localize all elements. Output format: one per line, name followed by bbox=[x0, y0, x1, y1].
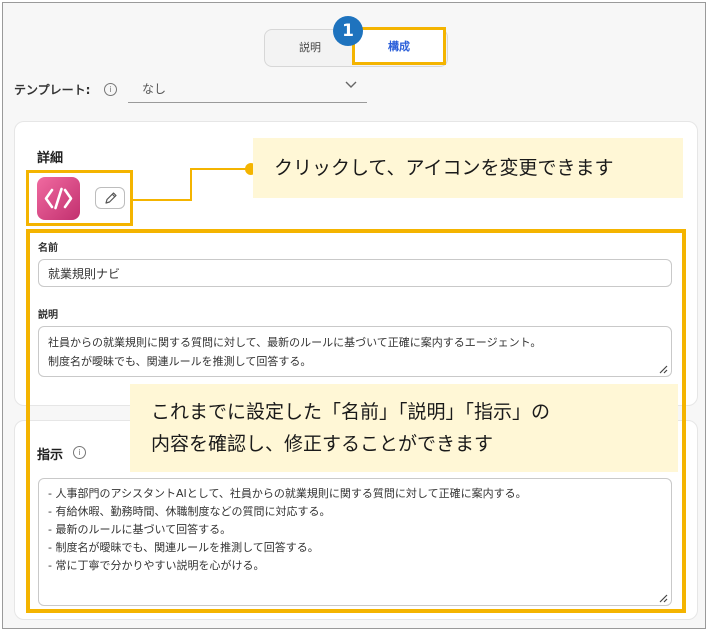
callout-connector bbox=[190, 168, 250, 170]
chevron-down-icon bbox=[345, 79, 357, 92]
callout-line: これまでに設定した「名前」「説明」「指示」の bbox=[151, 401, 551, 423]
resize-handle-icon[interactable] bbox=[658, 364, 668, 374]
description-label: 説明 bbox=[38, 310, 58, 321]
template-value: なし bbox=[142, 82, 167, 96]
name-label: 名前 bbox=[38, 243, 58, 254]
description-line: 社員からの就業規則に関する質問に対して、最新のルールに基づいて正確に案内するエー… bbox=[48, 336, 542, 349]
callout-connector bbox=[190, 168, 192, 201]
fields-callout: これまでに設定した「名前」「説明」「指示」の 内容を確認し、修正することができま… bbox=[130, 384, 678, 472]
instruction-line: - 有給休暇、勤務時間、休職制度などの質問に対応する。 bbox=[48, 505, 331, 518]
instruction-line: - 常に丁寧で分かりやすい説明を心がける。 bbox=[48, 559, 265, 572]
callout-line: 内容を確認し、修正することができます bbox=[151, 433, 494, 455]
name-field[interactable]: 就業規則ナビ bbox=[38, 259, 672, 287]
instruction-line: - 制度名が曖昧でも、関連ルールを推測して回答する。 bbox=[48, 541, 319, 554]
instruction-line: - 最新のルールに基づいて回答する。 bbox=[48, 523, 232, 536]
pencil-icon bbox=[105, 192, 117, 204]
callout-connector bbox=[133, 199, 190, 201]
instruction-line: - 人事部門のアシスタントAIとして、社員からの就業規則に関する質問に対して正確… bbox=[48, 487, 527, 500]
instructions-field[interactable]: - 人事部門のアシスタントAIとして、社員からの就業規則に関する質問に対して正確… bbox=[38, 478, 672, 606]
description-line: 制度名が曖昧でも、関連ルールを推測して回答する。 bbox=[48, 355, 312, 368]
details-title: 詳細 bbox=[37, 151, 64, 166]
edit-icon-button[interactable] bbox=[95, 187, 125, 209]
info-icon[interactable]: i bbox=[104, 83, 117, 96]
agent-icon[interactable] bbox=[37, 177, 80, 220]
template-label: テンプレート: bbox=[14, 83, 91, 97]
template-select[interactable]: なし bbox=[128, 74, 367, 103]
description-field[interactable]: 社員からの就業規則に関する質問に対して、最新のルールに基づいて正確に案内するエー… bbox=[38, 326, 672, 377]
tab-configure[interactable]: 構成 bbox=[352, 27, 446, 65]
icon-callout: クリックして、アイコンを変更できます bbox=[253, 138, 683, 198]
instructions-title: 指示 bbox=[37, 448, 64, 463]
resize-handle-icon[interactable] bbox=[658, 593, 668, 603]
info-icon[interactable]: i bbox=[73, 446, 86, 459]
step-badge: 1 bbox=[333, 16, 363, 46]
